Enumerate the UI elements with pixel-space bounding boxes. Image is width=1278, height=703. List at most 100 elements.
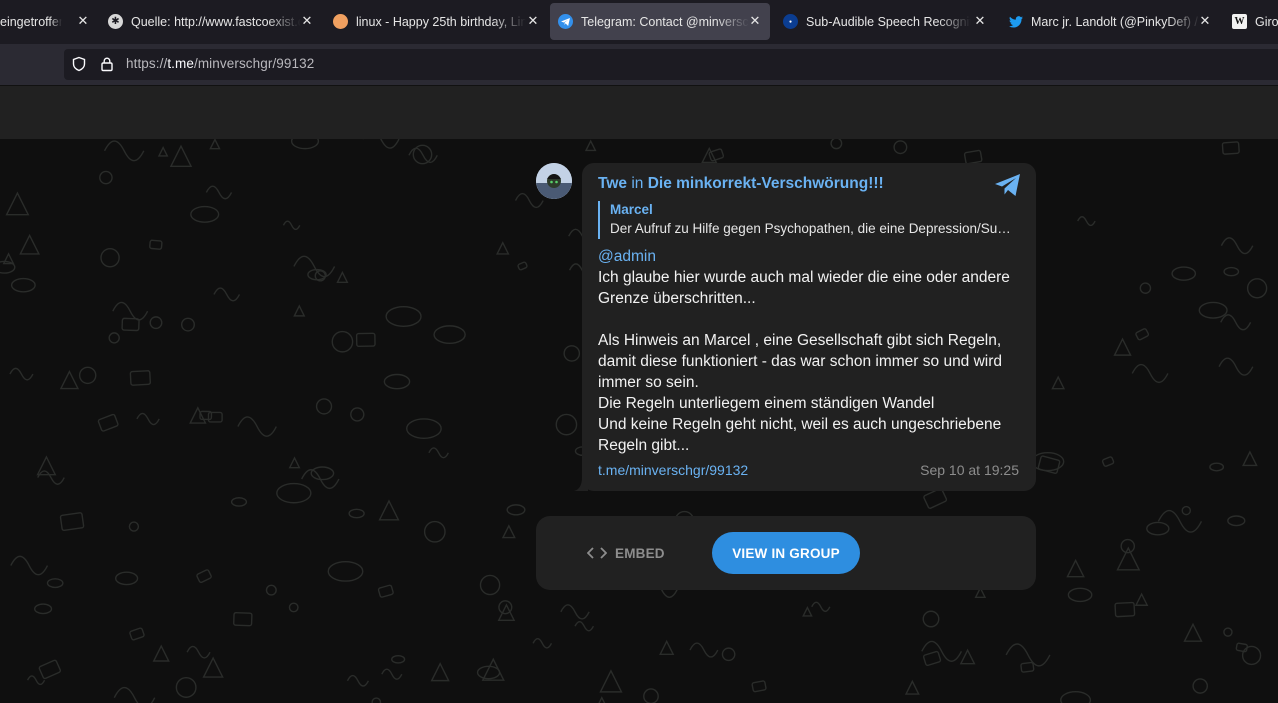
doodle-shape [501,524,516,539]
doodle-shape [1242,450,1258,467]
telegram-icon[interactable] [994,173,1022,197]
doodle-shape [555,413,578,436]
group-name[interactable]: Die minkorrekt-Verschwörung!!! [648,175,884,192]
doodle-shape [1183,622,1203,642]
doodle-shape [9,367,34,381]
doodle-shape [963,149,983,165]
doodle-shape [923,487,948,509]
close-icon[interactable]: ✕ [300,14,314,28]
message-date: Sep 10 at 19:25 [920,462,1019,478]
doodle-shape [336,270,349,284]
telegram-icon [558,14,573,29]
doodle-shape [517,261,528,271]
doodle-shape [327,560,364,582]
doodle-shape [190,205,220,223]
doodle-shape [1235,642,1248,653]
doodle-shape [574,620,595,632]
doodle-shape [383,373,411,390]
close-icon[interactable]: ✕ [1198,14,1212,28]
doodle-shape [348,508,365,519]
reply-quote[interactable]: Marcel Der Aufruf zu Hilfe gegen Psychop… [598,201,1020,239]
doodle-shape [1157,509,1203,533]
avatar[interactable] [536,163,572,199]
author-name[interactable]: Twe [598,175,627,192]
tab-2[interactable]: linux - Happy 25th birthday, Lin ✕ [333,3,548,40]
doodle-shape [196,569,212,584]
doodle-shape [371,697,382,703]
url-bar[interactable]: https://t.me/minverschgr/99132 [64,49,1278,80]
doodle-shape [1116,546,1141,571]
tab-title: Telegram: Contact @minverschg [581,14,749,29]
doodle-shape [26,675,46,686]
doodle-shape [904,679,920,695]
doodle-shape [385,305,422,327]
doodle-shape [230,497,248,507]
tab-1[interactable]: ✱ Quelle: http://www.fastcoexist.c ✕ [108,3,322,40]
doodle-shape [959,648,976,665]
doodle-shape [205,185,233,200]
close-icon[interactable]: ✕ [973,14,987,28]
tab-title: Quelle: http://www.fastcoexist.c [131,14,301,29]
doodle-shape [481,657,505,681]
doodle-shape [751,680,767,693]
shield-icon[interactable] [71,56,87,72]
doodle-shape [1139,282,1152,294]
doodle-shape [290,139,320,150]
tab-3[interactable]: Telegram: Contact @minverschg ✕ [550,3,770,40]
message-link[interactable]: t.me/minverschgr/99132 [598,462,748,478]
mention-link[interactable]: @admin [598,246,1024,267]
doodle-shape [423,520,446,543]
tab-strip: eingetroffen ✕ ✱ Quelle: http://www.fast… [0,0,1278,44]
in-word: in [631,175,644,192]
doodle-shape [288,456,301,469]
navigation-bar: https://t.me/minverschgr/99132 [0,44,1278,85]
message-header: Twe in Die minkorrekt-Verschwörung!!! [598,175,884,193]
doodle-shape [381,668,403,680]
doodle-shape [213,287,241,302]
doodle-shape [1101,456,1115,467]
doodle-shape [315,398,333,415]
doodle-shape [433,325,466,345]
lock-icon[interactable] [99,56,115,72]
doodle-shape [128,521,140,532]
doodle-shape [1020,661,1035,673]
doodle-shape [811,601,831,613]
close-icon[interactable]: ✕ [526,14,540,28]
doodle-shape [514,192,544,209]
tab-title: Sub-Audible Speech Recognition [806,14,971,29]
doodle-shape [331,330,354,353]
doodle-shape [599,669,623,693]
close-icon[interactable]: ✕ [76,14,90,28]
doodle-shape [1198,301,1228,319]
embed-button[interactable]: EMBED [587,537,665,569]
doodle-shape [152,644,170,662]
doodle-shape [1220,314,1252,331]
close-icon[interactable]: ✕ [748,14,762,28]
tab-title: Giro [1255,14,1278,29]
doodle-shape [659,639,675,656]
doodle-shape [121,317,140,332]
tab-6[interactable]: W Giro [1232,3,1278,40]
doodle-shape [1131,363,1169,384]
doodle-shape [149,316,163,330]
doodle-shape [1209,462,1225,472]
doodle-shape [282,220,301,231]
doodle-shape [346,674,370,687]
tab-5[interactable]: Marc jr. Landolt (@PinkyDef) / T ✕ [1008,3,1220,40]
doodle-shape [377,584,394,598]
doodle-shape [1171,266,1197,281]
doodle-shape [1077,216,1096,227]
doodle-shape [189,406,207,424]
doodle-shape [186,645,211,659]
view-in-group-button[interactable]: VIEW IN GROUP [712,532,860,574]
doodle-shape [922,610,940,628]
url-text[interactable]: https://t.me/minverschgr/99132 [126,56,314,71]
doodle-shape [406,418,442,439]
tab-4[interactable]: ● Sub-Audible Speech Recognition ✕ [783,3,995,40]
tab-0[interactable]: eingetroffen ✕ [0,3,98,40]
asterisk-icon: ✱ [108,14,123,29]
doodle-shape [1060,691,1092,703]
doodle-shape [1134,592,1149,606]
doodle-shape [1066,558,1085,578]
doodle-shape [643,688,659,703]
